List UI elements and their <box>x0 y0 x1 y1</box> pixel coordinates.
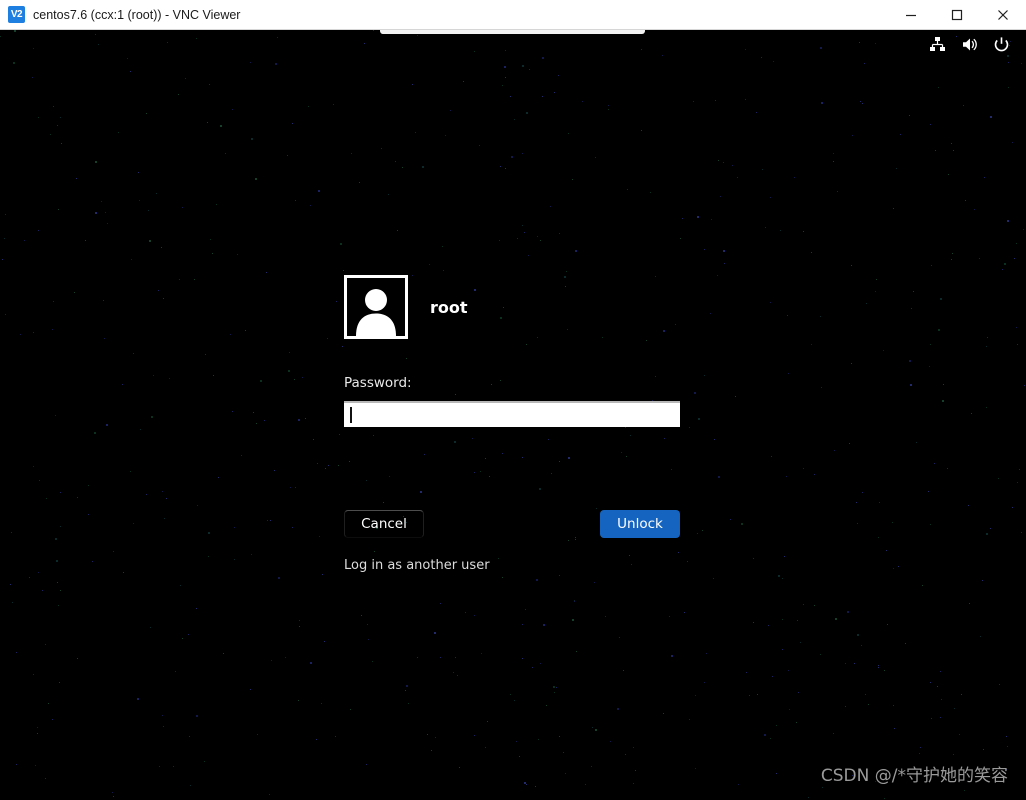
window-title: centos7.6 (ccx:1 (root)) - VNC Viewer <box>33 7 241 22</box>
maximize-icon <box>951 9 963 20</box>
button-row: Cancel Unlock <box>344 510 684 538</box>
cancel-button[interactable]: Cancel <box>344 510 424 538</box>
unlock-dialog: root Password: Cancel Unlock Log in as a… <box>344 275 684 573</box>
password-field-wrapper[interactable] <box>344 401 680 427</box>
network-icon[interactable] <box>928 35 946 53</box>
password-input[interactable] <box>344 403 680 427</box>
unlock-button[interactable]: Unlock <box>600 510 680 538</box>
username-label: root <box>430 297 468 317</box>
volume-icon[interactable] <box>960 35 978 53</box>
window-controls <box>888 0 1026 29</box>
vnc-toolbar-tab[interactable] <box>380 30 645 34</box>
avatar <box>344 275 408 339</box>
text-cursor <box>350 407 352 423</box>
vnc-viewer-window: V2 centos7.6 (ccx:1 (root)) - VNC Viewer <box>0 0 1026 800</box>
window-titlebar: V2 centos7.6 (ccx:1 (root)) - VNC Viewer <box>0 0 1026 30</box>
power-icon[interactable] <box>992 35 1010 53</box>
vnc-app-icon: V2 <box>8 6 25 23</box>
close-icon <box>998 9 1008 20</box>
login-as-another-user-link[interactable]: Log in as another user <box>344 558 684 573</box>
watermark: CSDN @/*守护她的笑容 <box>820 766 1008 786</box>
minimize-button[interactable] <box>888 0 934 29</box>
maximize-button[interactable] <box>934 0 980 29</box>
remote-desktop[interactable]: root Password: Cancel Unlock Log in as a… <box>0 30 1026 800</box>
minimize-icon <box>906 14 916 16</box>
close-button[interactable] <box>980 0 1026 29</box>
system-tray <box>928 35 1010 53</box>
password-label: Password: <box>344 375 412 391</box>
user-avatar-icon <box>356 289 396 336</box>
user-row: root <box>344 275 684 339</box>
